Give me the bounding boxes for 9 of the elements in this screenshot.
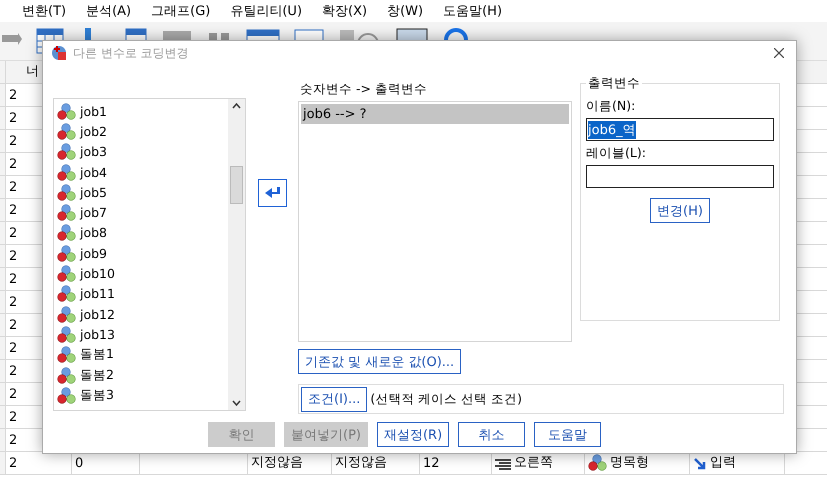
window-title: 다른 변수로 코딩변경 — [73, 44, 190, 62]
cell-text: 명목형 — [610, 454, 649, 471]
cell-text: 입력 — [710, 454, 736, 471]
cell-text: 오른쪽 — [514, 454, 553, 471]
mapping-label: 숫자변수 -> 출력변수 — [300, 81, 428, 98]
condition-text: (선택적 케이스 선택 조건) — [370, 390, 522, 408]
field-label: 레이블(L): — [586, 145, 647, 162]
group-title: 출력변수 — [587, 75, 641, 92]
field-label: 이름(N): — [586, 98, 636, 115]
